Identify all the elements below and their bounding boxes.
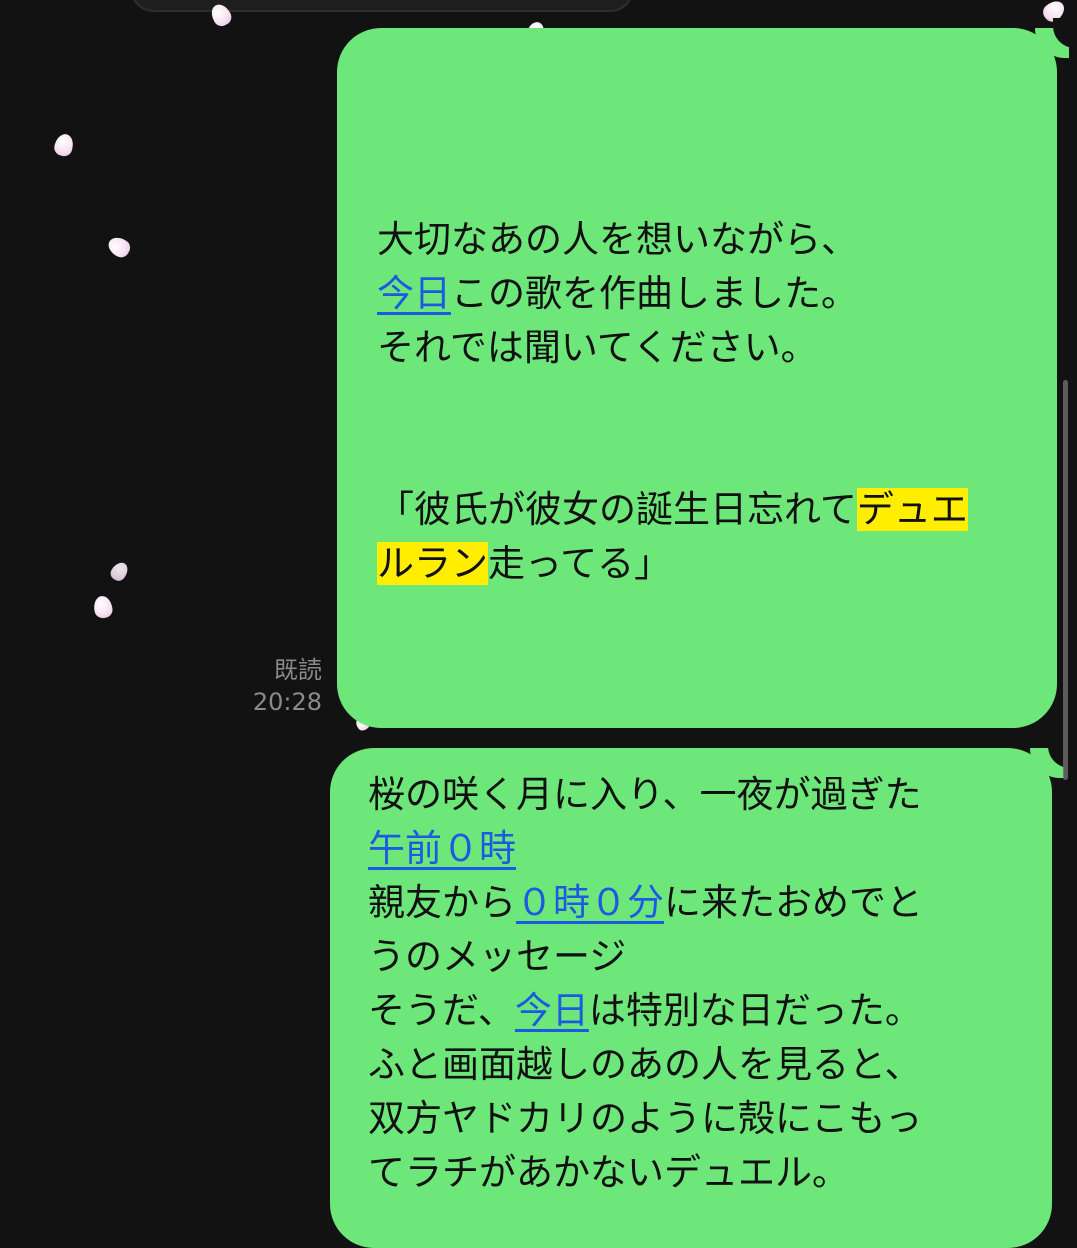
message-line: 今日この歌を作曲しました。	[377, 272, 858, 315]
chat-bubble-outgoing[interactable]: 大切なあの人を想いながら、 今日この歌を作曲しました。 それでは聞いてください。…	[337, 18, 1077, 728]
sakura-petal-icon	[104, 233, 134, 261]
sakura-petal-icon	[107, 559, 132, 584]
message-line: ふと画面越しのあの人を見ると、	[368, 1043, 922, 1086]
date-link[interactable]: 今日	[377, 272, 451, 315]
time-link[interactable]: 午前０時	[368, 827, 516, 870]
message-line: 桜の咲く月に入り、一夜が過ぎた	[368, 773, 922, 816]
message-line: うのメッセージ	[368, 935, 627, 978]
message-time: 20:28	[252, 688, 322, 716]
message-line: それでは聞いてください。	[377, 326, 818, 369]
chat-bubble-outgoing[interactable]: 桜の咲く月に入り、一夜が過ぎた 午前０時 親友から０時０分に来たおめでと うのメ…	[330, 738, 1077, 1248]
message-line: そうだ、今日は特別な日だった。	[368, 989, 922, 1032]
message-input-remnant[interactable]	[130, 0, 634, 12]
message-line: てラチがあかないデュエル。	[368, 1151, 849, 1194]
highlighted-text: ルラン	[377, 542, 488, 585]
scrollbar[interactable]	[1063, 380, 1068, 780]
message-line: 午前０時	[368, 822, 1012, 876]
sakura-petal-icon	[52, 132, 76, 158]
message-line: ルラン走ってる」	[377, 542, 672, 585]
message-line: 親友から０時０分に来たおめでと	[368, 881, 923, 924]
highlighted-text: デュエ	[856, 488, 968, 531]
message-line: 大切なあの人を想いながら、	[377, 218, 858, 261]
read-receipt: 既読	[274, 656, 322, 684]
sakura-petal-icon	[92, 594, 114, 620]
message-line: 「彼氏が彼女の誕生日忘れてデュエ	[377, 488, 968, 531]
date-link[interactable]: 今日	[515, 989, 589, 1032]
message-meta: 既読 20:28	[253, 654, 322, 718]
time-link[interactable]: ０時０分	[516, 881, 664, 924]
message-line: 双方ヤドカリのように殻にこもっ	[368, 1097, 923, 1140]
